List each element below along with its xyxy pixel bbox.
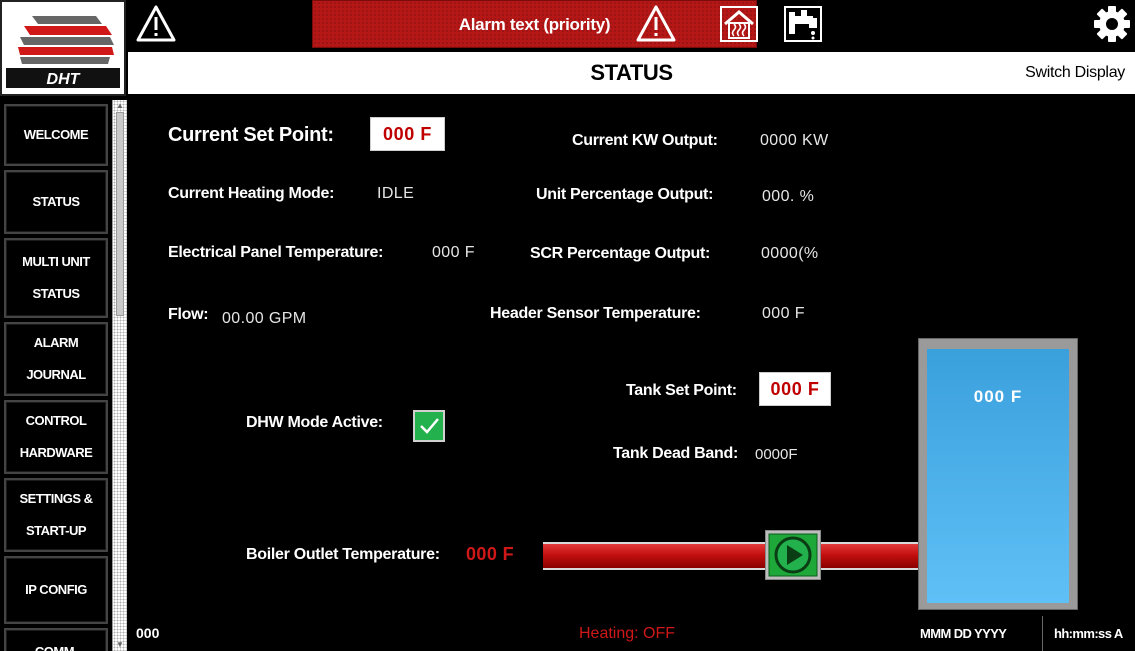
switch-display-button[interactable]: Switch Display bbox=[1025, 64, 1125, 82]
heating-status: Heating: OFF bbox=[579, 625, 676, 642]
sidebar-item-control-hardware[interactable]: CONTROL HARDWARE bbox=[4, 400, 108, 474]
tank-set-point-label: Tank Set Point: bbox=[626, 382, 737, 399]
current-kw-output-label: Current KW Output: bbox=[572, 132, 718, 149]
current-kw-output-value: 0000 KW bbox=[760, 132, 829, 149]
footer-divider bbox=[1042, 616, 1043, 651]
dhw-mode-checkbox[interactable] bbox=[413, 410, 445, 442]
electrical-panel-temp-value: 000 F bbox=[432, 244, 475, 261]
sidebar-item-label: COMM. bbox=[6, 636, 106, 651]
tank-dead-band-label: Tank Dead Band: bbox=[613, 445, 739, 462]
unit-percentage-output-value: 000. % bbox=[762, 188, 815, 205]
boiler-outlet-temp-value: 000 F bbox=[466, 544, 515, 564]
sidebar-item-label: CONTROL bbox=[25, 413, 87, 428]
scroll-up-arrow-icon[interactable]: ▲ bbox=[115, 101, 125, 111]
tank-water: 000 F bbox=[927, 349, 1069, 603]
status-footer: 000 Heating: OFF MMM DD YYYY hh:mm:ss A bbox=[128, 616, 1135, 651]
boiler-pipe bbox=[543, 542, 918, 570]
sidebar-item-alarm-journal[interactable]: ALARM JOURNAL bbox=[4, 322, 108, 396]
sidebar-item-label: IP CONFIG bbox=[25, 582, 87, 597]
footer-left-value: 000 bbox=[136, 625, 160, 641]
sidebar-item-label: SETTINGS & bbox=[19, 491, 93, 506]
gear-icon[interactable] bbox=[1092, 4, 1132, 44]
sidebar-item-label: JOURNAL bbox=[26, 367, 86, 382]
electrical-panel-temp-label: Electrical Panel Temperature: bbox=[168, 244, 384, 261]
pump-button[interactable] bbox=[765, 530, 821, 580]
warning-triangle-icon[interactable] bbox=[636, 4, 676, 44]
scrollbar-thumb[interactable] bbox=[116, 112, 124, 316]
dht-logo: DHT bbox=[0, 0, 126, 96]
sidebar-item-label: ALARM bbox=[33, 335, 79, 350]
footer-time: hh:mm:ss A bbox=[1054, 626, 1123, 641]
flow-value: 00.00 GPM bbox=[222, 310, 307, 327]
warning-triangle-icon[interactable] bbox=[136, 4, 176, 44]
pump-play-icon bbox=[768, 533, 818, 577]
current-heating-mode-label: Current Heating Mode: bbox=[168, 185, 335, 202]
tank-dead-band-value: 0000F bbox=[755, 446, 798, 463]
alarm-text: Alarm text (priority) bbox=[458, 15, 611, 34]
current-set-point-label: Current Set Point: bbox=[168, 124, 334, 146]
header-sensor-temp-label: Header Sensor Temperature: bbox=[490, 305, 701, 322]
scr-percentage-output-value: 0000(% bbox=[761, 245, 819, 262]
alarm-strip: Alarm text (priority) bbox=[128, 0, 1135, 50]
sidebar-item-label: HARDWARE bbox=[19, 445, 93, 460]
unit-percentage-output-label: Unit Percentage Output: bbox=[536, 186, 714, 203]
tank-temperature: 000 F bbox=[973, 387, 1023, 406]
sidebar-item-label: WELCOME bbox=[23, 127, 89, 142]
sidebar-item-ip-config[interactable]: IP CONFIG bbox=[4, 556, 108, 624]
sidebar-scrollbar[interactable]: ▲ ▼ bbox=[112, 100, 127, 651]
sidebar-item-settings-startup[interactable]: SETTINGS & START-UP bbox=[4, 478, 108, 552]
sidebar-item-label: STATUS bbox=[32, 194, 80, 209]
footer-date: MMM DD YYYY bbox=[920, 626, 1007, 641]
scroll-down-arrow-icon[interactable]: ▼ bbox=[115, 640, 125, 650]
sidebar-item-multi-unit-status[interactable]: MULTI UNIT STATUS bbox=[4, 238, 108, 318]
tank-graphic: 000 F bbox=[918, 338, 1078, 610]
sidebar-item-status[interactable]: STATUS bbox=[4, 170, 108, 234]
alarm-banner[interactable]: Alarm text (priority) bbox=[312, 0, 757, 48]
tank-set-point-field[interactable]: 000 F bbox=[759, 372, 831, 406]
flow-label: Flow: bbox=[168, 306, 209, 323]
header-sensor-temp-value: 000 F bbox=[762, 305, 805, 322]
home-heating-icon[interactable] bbox=[720, 6, 758, 42]
current-heating-mode-value: IDLE bbox=[377, 185, 415, 202]
sidebar-item-label: START-UP bbox=[25, 523, 87, 538]
logo-text: DHT bbox=[47, 71, 81, 88]
sidebar-item-label: MULTI UNIT bbox=[22, 254, 90, 269]
faucet-icon[interactable] bbox=[784, 6, 822, 42]
checkmark-icon bbox=[420, 418, 439, 434]
sidebar-nav: WELCOME STATUS MULTI UNIT STATUS ALARM J… bbox=[0, 100, 118, 651]
sidebar-item-label: STATUS bbox=[32, 286, 80, 301]
title-bar: STATUS Switch Display bbox=[128, 52, 1135, 94]
current-set-point-field[interactable]: 000 F bbox=[370, 117, 445, 151]
sidebar-item-comm[interactable]: COMM. bbox=[4, 628, 108, 651]
boiler-outlet-temp-label: Boiler Outlet Temperature: bbox=[246, 546, 440, 563]
scr-percentage-output-label: SCR Percentage Output: bbox=[530, 245, 711, 262]
sidebar-item-welcome[interactable]: WELCOME bbox=[4, 104, 108, 166]
dhw-mode-label: DHW Mode Active: bbox=[246, 414, 383, 431]
page-title: STATUS bbox=[590, 60, 673, 85]
